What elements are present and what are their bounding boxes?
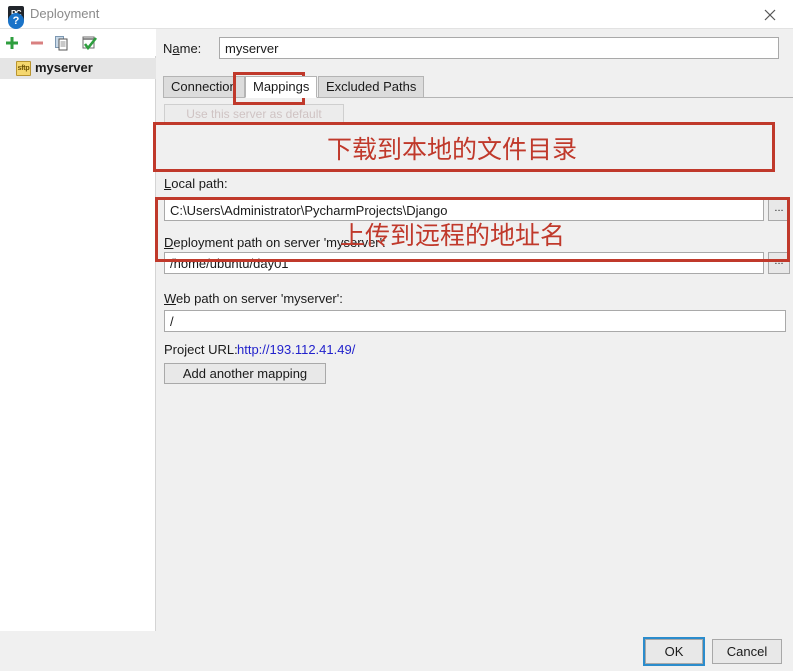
deployment-dialog: PC Deployment bbox=[0, 0, 793, 671]
cancel-button[interactable]: Cancel bbox=[712, 639, 782, 664]
server-list-toolbar bbox=[0, 29, 156, 56]
server-list-panel: sftp myserver bbox=[0, 29, 156, 631]
project-url-link[interactable]: http://193.112.41.49/ bbox=[237, 342, 355, 357]
deployment-path-label: Deployment path on server 'myserver': bbox=[164, 235, 386, 250]
local-path-label: Local path: bbox=[164, 176, 228, 191]
close-icon[interactable] bbox=[747, 0, 793, 29]
title-bar: PC Deployment bbox=[0, 0, 793, 29]
sftp-icon: sftp bbox=[16, 61, 31, 76]
project-url-label: Project URL: bbox=[164, 342, 238, 357]
deployment-path-browse-button[interactable]: ... bbox=[768, 252, 790, 274]
help-icon[interactable]: ? bbox=[8, 13, 24, 29]
add-another-mapping-button[interactable]: Add another mapping bbox=[164, 363, 326, 384]
tab-connection[interactable]: Connection bbox=[163, 76, 245, 98]
tab-excluded-paths[interactable]: Excluded Paths bbox=[318, 76, 425, 98]
copy-icon[interactable] bbox=[53, 34, 71, 52]
ok-button[interactable]: OK bbox=[643, 637, 705, 666]
window-title: Deployment bbox=[30, 6, 100, 21]
name-label: Name: bbox=[163, 41, 202, 56]
deployment-settings-panel: Name: Connection Mappings Excluded Paths… bbox=[157, 29, 793, 631]
server-list-item-myserver[interactable]: sftp myserver bbox=[0, 58, 156, 79]
web-path-input[interactable] bbox=[164, 310, 786, 332]
check-list-icon[interactable] bbox=[80, 34, 98, 52]
local-path-input[interactable] bbox=[164, 199, 764, 221]
use-as-default-button[interactable]: Use this server as default bbox=[164, 104, 344, 125]
local-path-browse-button[interactable]: ... bbox=[768, 199, 790, 221]
server-name-label: myserver bbox=[35, 60, 93, 75]
minus-icon[interactable] bbox=[28, 34, 46, 52]
settings-tabs: Connection Mappings Excluded Paths bbox=[163, 76, 793, 98]
deployment-path-input[interactable] bbox=[164, 252, 764, 274]
name-input[interactable] bbox=[219, 37, 779, 59]
plus-icon[interactable] bbox=[3, 34, 21, 52]
tab-mappings[interactable]: Mappings bbox=[245, 76, 318, 98]
web-path-label: Web path on server 'myserver': bbox=[164, 291, 343, 306]
